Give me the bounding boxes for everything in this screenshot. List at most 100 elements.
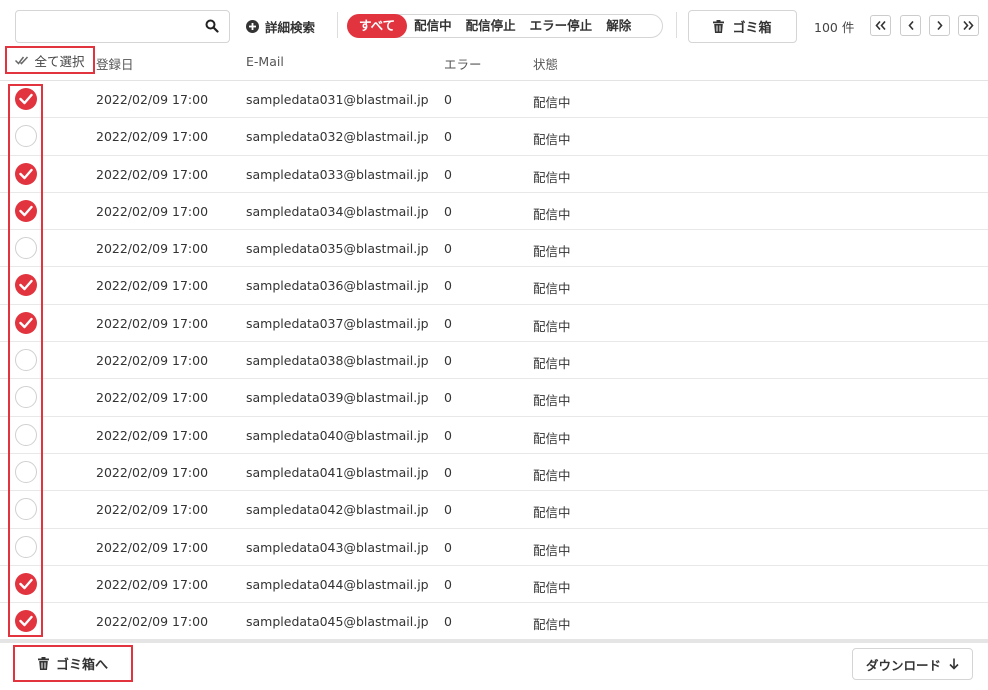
advanced-search-label: 詳細検索	[265, 20, 316, 35]
divider	[676, 12, 677, 38]
toolbar: 詳細検索 すべて 配信中 配信停止 エラー停止 解除 ゴミ箱 100 件	[0, 0, 988, 48]
first-page-button[interactable]	[870, 15, 891, 36]
download-button[interactable]: ダウンロード	[852, 648, 973, 680]
table-row: 2022/02/09 17:00 sampledata037@blastmail…	[0, 305, 988, 343]
search-box[interactable]	[15, 10, 230, 43]
trash-button[interactable]: ゴミ箱	[688, 10, 797, 43]
delivery-status: 配信中	[533, 617, 571, 633]
error-count: 0	[444, 203, 452, 219]
trash-button-label: ゴミ箱	[732, 21, 772, 36]
email-address: sampledata031@blastmail.jp	[246, 92, 429, 107]
row-checkbox[interactable]	[15, 274, 37, 297]
row-checkbox[interactable]	[15, 199, 37, 222]
email-address: sampledata043@blastmail.jp	[246, 539, 429, 555]
email-address: sampledata039@blastmail.jp	[246, 390, 429, 406]
row-checkbox[interactable]	[15, 423, 37, 446]
move-to-trash-label: ゴミ箱へ	[55, 658, 108, 673]
filter-all[interactable]: すべて	[347, 14, 408, 38]
row-checkbox[interactable]	[15, 535, 37, 558]
registered-date: 2022/02/09 17:00	[96, 464, 209, 480]
next-page-button[interactable]	[929, 15, 950, 36]
delivery-status: 配信中	[533, 356, 571, 372]
footer-divider	[0, 639, 988, 643]
select-all-button[interactable]: 全て選択	[5, 46, 95, 74]
check-icon	[19, 317, 33, 328]
delivery-status: 配信中	[533, 505, 571, 521]
table-row: 2022/02/09 17:00 sampledata036@blastmail…	[0, 267, 988, 305]
error-count: 0	[444, 576, 452, 592]
registered-date: 2022/02/09 17:00	[96, 427, 209, 443]
registered-date: 2022/02/09 17:00	[96, 129, 209, 145]
filter-delivering[interactable]: 配信中	[407, 15, 459, 37]
table-body: 2022/02/09 17:00 sampledata031@blastmail…	[0, 81, 988, 641]
registered-date: 2022/02/09 17:00	[96, 390, 209, 406]
delivery-status: 配信中	[533, 132, 571, 148]
row-checkbox[interactable]	[15, 498, 37, 521]
delivery-status: 配信中	[533, 430, 571, 446]
delivery-status: 配信中	[533, 467, 571, 483]
registered-date: 2022/02/09 17:00	[96, 92, 209, 107]
delivery-status: 配信中	[533, 318, 571, 334]
email-address: sampledata034@blastmail.jp	[246, 203, 429, 219]
filter-unsubscribed[interactable]: 解除	[599, 15, 638, 37]
email-address: sampledata041@blastmail.jp	[246, 464, 429, 480]
delivery-status: 配信中	[533, 579, 571, 595]
table-row: 2022/02/09 17:00 sampledata032@blastmail…	[0, 118, 988, 156]
error-count: 0	[444, 241, 452, 257]
registered-date: 2022/02/09 17:00	[96, 203, 209, 219]
registered-date: 2022/02/09 17:00	[96, 278, 209, 294]
double-chevron-right-icon	[963, 21, 974, 30]
column-header-error: エラー	[444, 57, 482, 72]
last-page-button[interactable]	[958, 15, 979, 36]
row-checkbox[interactable]	[15, 237, 37, 260]
delivery-status: 配信中	[533, 95, 571, 110]
search-input[interactable]	[24, 11, 208, 43]
column-header-date: 登録日	[96, 57, 134, 72]
email-address: sampledata032@blastmail.jp	[246, 129, 429, 145]
table-row: 2022/02/09 17:00 sampledata043@blastmail…	[0, 529, 988, 566]
delivery-status: 配信中	[533, 281, 571, 297]
check-icon	[19, 280, 33, 291]
error-count: 0	[444, 539, 452, 555]
row-checkbox[interactable]	[15, 460, 37, 483]
filter-error-stopped[interactable]: エラー停止	[523, 15, 600, 37]
trash-icon	[713, 20, 725, 33]
row-checkbox[interactable]	[15, 88, 37, 110]
error-count: 0	[444, 315, 452, 331]
error-count: 0	[444, 427, 452, 443]
filter-stopped[interactable]: 配信停止	[459, 15, 523, 37]
email-address: sampledata033@blastmail.jp	[246, 166, 429, 182]
table-row: 2022/02/09 17:00 sampledata040@blastmail…	[0, 417, 988, 454]
delivery-status: 配信中	[533, 169, 571, 185]
row-checkbox[interactable]	[15, 311, 37, 334]
email-address: sampledata045@blastmail.jp	[246, 614, 429, 630]
check-icon	[19, 93, 33, 105]
search-icon[interactable]	[205, 19, 219, 33]
row-checkbox[interactable]	[15, 572, 37, 595]
prev-page-button[interactable]	[900, 15, 921, 36]
table-row: 2022/02/09 17:00 sampledata039@blastmail…	[0, 379, 988, 417]
delivery-status: 配信中	[533, 244, 571, 260]
column-header-status: 状態	[533, 57, 559, 72]
table-row: 2022/02/09 17:00 sampledata042@blastmail…	[0, 491, 988, 529]
error-count: 0	[444, 129, 452, 145]
email-address: sampledata044@blastmail.jp	[246, 576, 429, 592]
chevron-right-icon	[936, 21, 943, 30]
error-count: 0	[444, 502, 452, 518]
registered-date: 2022/02/09 17:00	[96, 502, 209, 518]
table-row: 2022/02/09 17:00 sampledata045@blastmail…	[0, 603, 988, 641]
registered-date: 2022/02/09 17:00	[96, 576, 209, 592]
advanced-search-button[interactable]: 詳細検索	[246, 17, 315, 36]
table-header: 全て選択 登録日 E-Mail エラー 状態	[0, 44, 988, 81]
error-count: 0	[444, 464, 452, 480]
check-icon	[19, 168, 33, 179]
row-checkbox[interactable]	[15, 125, 37, 148]
row-checkbox[interactable]	[15, 162, 37, 185]
row-checkbox[interactable]	[15, 386, 37, 409]
email-address: sampledata037@blastmail.jp	[246, 315, 429, 331]
email-address: sampledata042@blastmail.jp	[246, 502, 429, 518]
move-to-trash-button[interactable]: ゴミ箱へ	[13, 645, 133, 682]
row-checkbox[interactable]	[15, 349, 37, 372]
table-row: 2022/02/09 17:00 sampledata034@blastmail…	[0, 193, 988, 231]
row-checkbox[interactable]	[15, 610, 37, 633]
